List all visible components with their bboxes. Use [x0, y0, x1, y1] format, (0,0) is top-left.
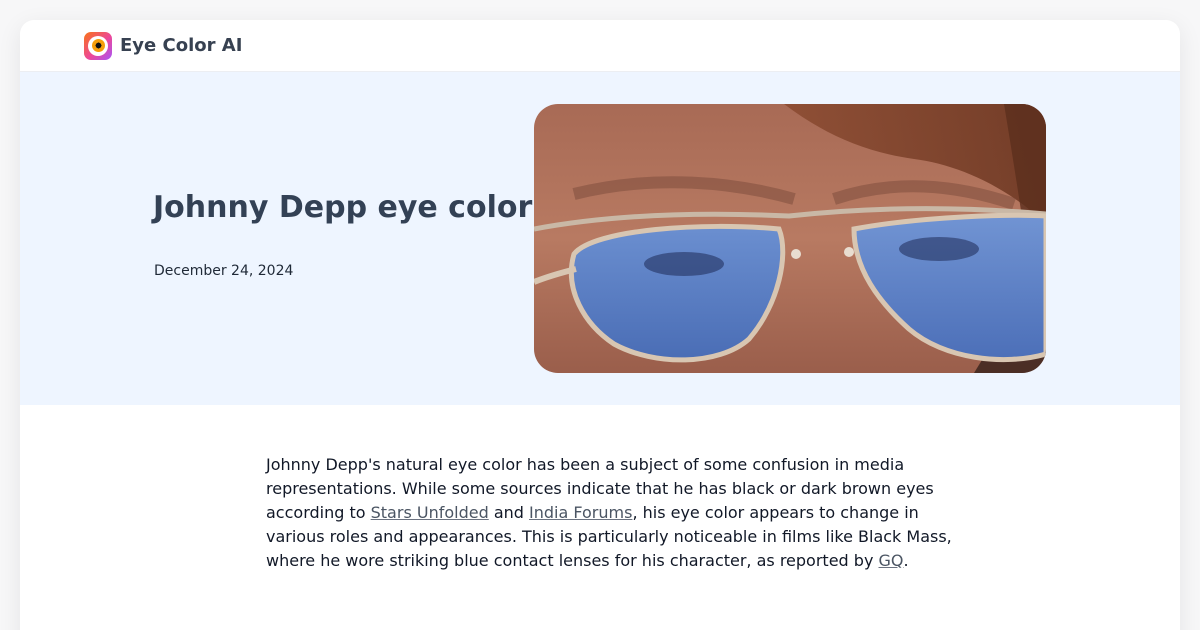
- link-india-forums[interactable]: India Forums: [529, 503, 632, 522]
- link-gq[interactable]: GQ: [879, 551, 904, 570]
- article-text-4: .: [903, 551, 909, 570]
- hero-section: Johnny Depp eye color December 24, 2024: [20, 72, 1180, 405]
- navbar: Eye Color AI: [20, 20, 1180, 72]
- logo-eye-iris: [91, 39, 105, 52]
- page-title: Johnny Depp eye color: [153, 190, 533, 225]
- article-text-2: and: [488, 503, 530, 522]
- article-body: Johnny Depp's natural eye color has been…: [266, 453, 956, 573]
- logo-eye-white: [88, 35, 108, 56]
- hero-photo: [534, 104, 1046, 373]
- link-stars-unfolded[interactable]: Stars Unfolded: [371, 503, 489, 522]
- publish-date: December 24, 2024: [154, 263, 294, 279]
- brand-name[interactable]: Eye Color AI: [120, 35, 242, 56]
- portrait-sunglasses-photo: [534, 104, 1046, 373]
- eye-logo-icon[interactable]: [84, 31, 112, 60]
- page-card: Eye Color AI Johnny Depp eye color Decem…: [20, 20, 1180, 630]
